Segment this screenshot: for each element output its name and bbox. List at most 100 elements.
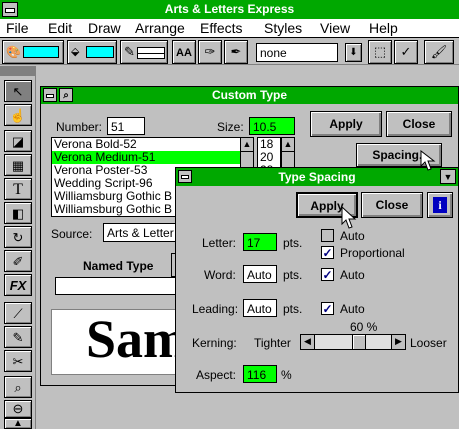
menu-bar: File Edit Draw Arrange Effects Styles Vi… — [0, 19, 459, 38]
line-icon: ⟋ — [13, 306, 23, 321]
rotate-icon: ↻ — [12, 230, 24, 245]
aspect-percent-label: % — [281, 368, 292, 382]
custom-type-close-button[interactable]: Close — [386, 111, 452, 137]
style-dropdown-button[interactable]: ⬇ — [345, 43, 362, 62]
chevron-down-icon: ▼ — [443, 172, 453, 182]
tool-paint[interactable]: ✐ — [4, 250, 32, 272]
text-icon: T — [13, 181, 23, 198]
minimize-button[interactable]: ▼ — [440, 169, 456, 184]
word-field[interactable]: Auto — [243, 265, 277, 283]
letter-field[interactable]: 17 — [243, 233, 277, 251]
aspect-label: Aspect: — [196, 368, 237, 382]
check-icon: ✓ — [322, 268, 333, 282]
pen-icon: ✎ — [12, 330, 24, 345]
color-fill-icon: 🎨 — [6, 45, 21, 59]
app-title: Arts & Letters Express — [164, 2, 295, 16]
aa-button[interactable]: ✑ — [198, 40, 222, 64]
tool-clip-art[interactable]: ▦ — [4, 154, 32, 176]
line-style-button[interactable]: ✎ — [120, 40, 168, 64]
info-button[interactable]: i — [427, 192, 453, 218]
dropper-icon: ▲ — [13, 418, 23, 429]
scroll-up-icon[interactable]: ▲ — [282, 138, 294, 152]
tool-hand[interactable]: ☝ — [4, 104, 32, 126]
style-field[interactable]: none — [256, 43, 338, 62]
menu-arrange[interactable]: Arrange — [135, 19, 185, 37]
system-menu-button[interactable] — [2, 2, 18, 17]
select-handles-button[interactable]: ⬚ — [368, 40, 392, 64]
menu-effects[interactable]: Effects — [200, 19, 243, 37]
number-field[interactable]: 51 — [107, 117, 145, 135]
search-icon[interactable]: ⌕ — [59, 88, 73, 102]
fill-color-swatch — [23, 46, 59, 58]
paint-icon: ✐ — [12, 254, 24, 269]
color-fill-button[interactable]: 🎨 — [2, 40, 64, 64]
app-title-bar: Arts & Letters Express — [0, 0, 459, 19]
brush-button[interactable]: 🖌 — [424, 40, 454, 64]
line-sample — [137, 47, 165, 59]
menu-edit[interactable]: Edit — [48, 19, 72, 37]
tool-rotate[interactable]: ↻ — [4, 226, 32, 248]
hand-icon: ☝ — [9, 108, 27, 123]
custom-type-title: Custom Type — [211, 88, 288, 102]
tool-line[interactable]: ⟋ — [4, 302, 32, 324]
type-spacing-system-menu[interactable] — [178, 170, 192, 183]
type-spacing-title-bar: Type Spacing ▼ — [176, 168, 458, 186]
toolbar: 🎨 ⬙ ✎ AA ✑ ✒ none ⬇ ⬚ ✓ 🖌 — [0, 39, 459, 65]
leading-field[interactable]: Auto — [243, 299, 277, 317]
scissors-icon: ✂ — [12, 354, 24, 369]
word-auto-checkbox[interactable]: ✓ — [321, 268, 334, 281]
proportional-checkbox[interactable]: ✓ — [321, 246, 334, 259]
pen-icon: ✒ — [230, 44, 242, 59]
aspect-field[interactable]: 116 — [243, 365, 277, 383]
tool-text[interactable]: T — [4, 178, 32, 200]
menu-file[interactable]: File — [6, 19, 29, 37]
font-size-icon: AA — [176, 47, 192, 59]
tool-zoom[interactable]: ⌕ — [4, 376, 32, 398]
tool-pen[interactable]: ✎ — [4, 326, 32, 348]
tool-fx[interactable]: FX — [4, 274, 32, 296]
sample-preview: Sam — [51, 309, 181, 375]
type-spacing-close-button[interactable]: Close — [361, 192, 423, 218]
select-handles-icon: ⬚ — [373, 44, 387, 59]
kerning-left-icon[interactable]: ◀ — [301, 335, 315, 349]
kerning-right-icon[interactable]: ▶ — [391, 335, 405, 349]
size-label: Size: — [217, 120, 244, 134]
arrow-cursor-icon — [420, 149, 436, 172]
fill-swatch-button[interactable]: ⬙ — [67, 40, 117, 64]
kerning-slider[interactable]: ◀ ▶ — [300, 334, 406, 350]
menu-help[interactable]: Help — [369, 19, 398, 37]
tool-dropper[interactable]: ▲ — [4, 418, 32, 429]
source-label: Source: — [51, 227, 93, 241]
tool-shapes[interactable]: ◪ — [4, 130, 32, 152]
named-type-label: Named Type — [83, 259, 154, 273]
kerning-thumb[interactable] — [352, 335, 367, 349]
scroll-up-icon[interactable]: ▲ — [241, 138, 253, 152]
letter-label: Letter: — [202, 236, 237, 250]
number-label: Number: — [56, 120, 103, 134]
custom-type-system-menu[interactable] — [43, 88, 57, 102]
size-field[interactable]: 10.5 — [249, 117, 295, 135]
type-spacing-dialog: Type Spacing ▼ Apply Close i Letter: 17 … — [175, 167, 459, 393]
tool-pointer[interactable]: ↖ — [4, 80, 32, 102]
tool-zoom-out[interactable]: ⊖ — [4, 400, 32, 418]
tool-chart[interactable]: ◧ — [4, 202, 32, 224]
custom-type-apply-button[interactable]: Apply — [310, 111, 382, 137]
leading-auto-checkbox[interactable]: ✓ — [321, 302, 334, 315]
tool-scissors[interactable]: ✂ — [4, 350, 32, 372]
word-label: Word: — [204, 268, 236, 282]
font-size-button[interactable]: AA — [172, 40, 196, 64]
menu-draw[interactable]: Draw — [88, 19, 121, 37]
named-type-field[interactable] — [55, 277, 183, 295]
pen-button[interactable]: ✒ — [224, 40, 248, 64]
chart-icon: ◧ — [11, 206, 25, 221]
auto-checkbox-1[interactable] — [321, 229, 334, 242]
style-dropdown-icon: ⬇ — [349, 47, 358, 58]
menu-styles[interactable]: Styles — [264, 19, 302, 37]
check-icon: ✓ — [322, 302, 333, 316]
word-auto-label: Auto — [340, 268, 365, 282]
letter-pts-label: pts. — [283, 236, 303, 250]
check-brush-button[interactable]: ✓ — [394, 40, 418, 64]
tighter-label: Tighter — [254, 336, 291, 350]
menu-view[interactable]: View — [320, 19, 350, 37]
leading-pts-label: pts. — [283, 302, 303, 316]
